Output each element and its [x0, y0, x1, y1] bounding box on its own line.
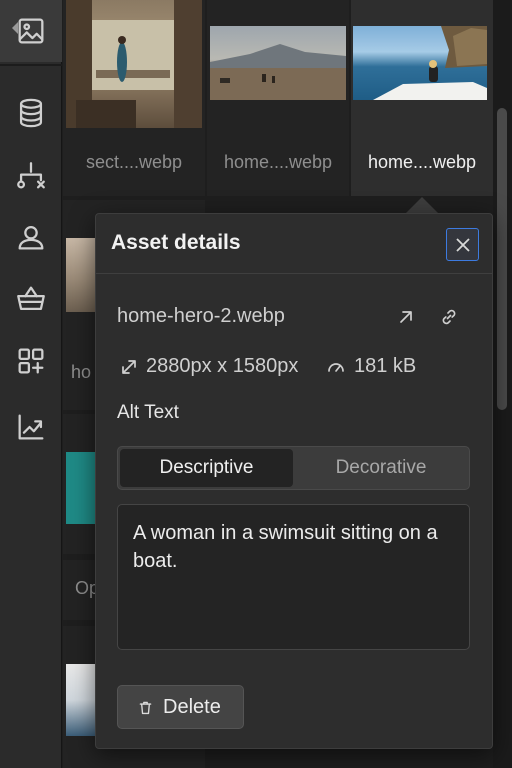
asset-label: sect....webp [85, 152, 183, 172]
alt-text-label: Alt Text [117, 402, 179, 423]
gauge-icon [324, 355, 348, 379]
apps-add-icon [18, 348, 44, 374]
left-rail [0, 0, 62, 768]
popover-divider [96, 273, 492, 274]
popover-caret [406, 197, 438, 213]
alt-text-input[interactable]: A woman in a swimsuit sitting on a boat. [117, 504, 470, 650]
delete-label: Delete [163, 695, 221, 718]
rail-apps-button[interactable] [0, 330, 62, 392]
close-button[interactable] [446, 228, 479, 261]
delete-button[interactable]: Delete [117, 685, 244, 729]
logic-flow-icon [17, 162, 45, 189]
copy-link-button[interactable] [437, 305, 461, 329]
arrow-up-right-icon [400, 311, 412, 323]
trash-icon [139, 701, 152, 714]
file-size: 181 kB [354, 355, 417, 377]
asset-thumbnail [210, 26, 346, 100]
scrollbar-thumb[interactable] [497, 108, 507, 410]
image-icon [18, 18, 44, 44]
open-in-new-button[interactable] [394, 305, 418, 329]
rail-analytics-button[interactable] [0, 396, 62, 458]
rail-assets-button[interactable] [0, 0, 62, 62]
rail-divider [0, 64, 62, 66]
asset-thumbnail [66, 0, 202, 128]
close-icon [455, 237, 470, 252]
basket-icon [17, 286, 45, 311]
asset-tile[interactable]: home....webp [207, 0, 349, 196]
link-icon [442, 309, 456, 325]
rail-ecommerce-button[interactable] [0, 268, 62, 330]
asset-label: home....webp [367, 152, 477, 172]
asset-tile[interactable]: sect....webp [63, 0, 205, 196]
analytics-icon [18, 414, 44, 440]
rail-cms-button[interactable] [0, 82, 62, 144]
database-icon [19, 98, 43, 128]
rail-logic-button[interactable] [0, 145, 62, 207]
rail-users-button[interactable] [0, 206, 62, 268]
resize-icon [117, 355, 141, 379]
asset-details-popover: Asset details home-hero-2.webp 2880px x … [95, 213, 493, 749]
alt-mode-segmented-control: Descriptive Decorative [117, 446, 470, 490]
file-name: home-hero-2.webp [117, 305, 285, 327]
popover-title: Asset details [111, 231, 241, 254]
user-icon [18, 225, 44, 250]
alt-mode-decorative[interactable]: Decorative [295, 449, 467, 487]
alt-mode-descriptive[interactable]: Descriptive [120, 449, 293, 487]
asset-thumbnail [353, 26, 487, 100]
asset-label: home....webp [223, 152, 333, 172]
asset-tile-selected[interactable]: home....webp [351, 0, 493, 196]
image-dimensions: 2880px x 1580px [146, 355, 299, 377]
